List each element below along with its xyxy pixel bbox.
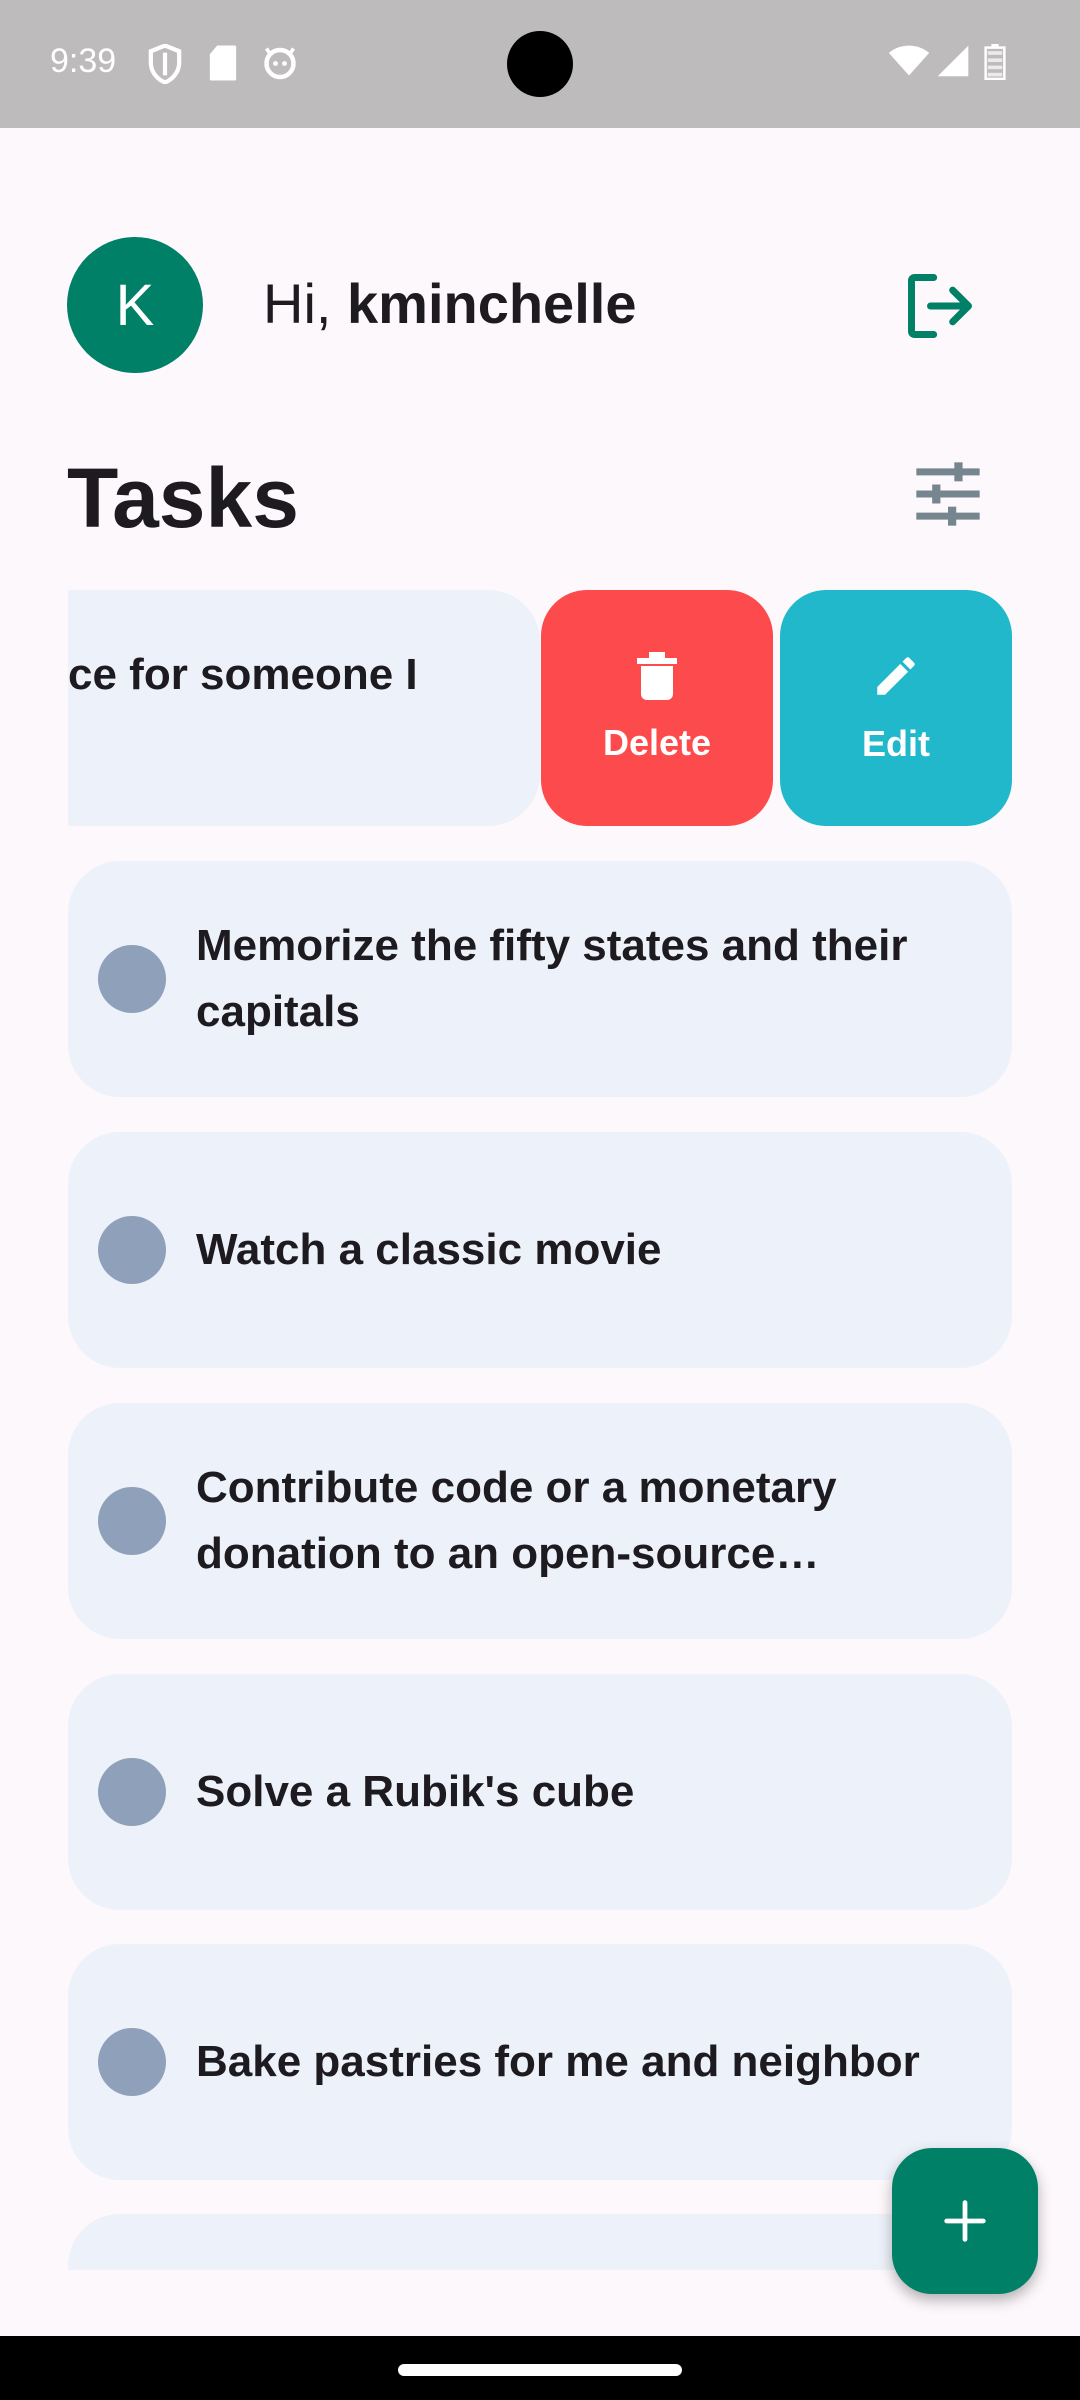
task-checkbox[interactable] (98, 1216, 166, 1284)
task-checkbox[interactable] (98, 1487, 166, 1555)
page-title: Tasks (67, 451, 299, 545)
task-card[interactable]: Bake pastries for me and neighbor (68, 1944, 1012, 2180)
swiped-task-card[interactable]: ce for someone I (68, 590, 540, 826)
username: kminchelle (347, 272, 637, 335)
shield-icon (148, 44, 182, 84)
edit-label: Edit (862, 723, 930, 764)
avatar-letter: K (115, 272, 155, 338)
avatar[interactable]: K (67, 237, 203, 373)
task-card[interactable]: Memorize the fifty states and their capi… (68, 861, 1012, 1097)
task-text: Memorize the fifty states and their capi… (196, 921, 908, 1036)
wifi-icon (888, 45, 930, 76)
swiped-task-text: ce for someone I (68, 650, 418, 699)
logout-icon[interactable] (902, 268, 978, 344)
greeting-prefix: Hi, (263, 272, 347, 335)
add-icon (944, 2200, 986, 2242)
task-text: Watch a classic movie (196, 1225, 662, 1274)
task-text: Bake pastries for me and neighbor (196, 2037, 920, 2086)
sd-card-icon (209, 45, 237, 81)
edit-button[interactable]: Edit (780, 590, 1012, 826)
status-bar: 9:39 (0, 0, 1080, 128)
delete-label: Delete (602, 722, 712, 763)
task-checkbox[interactable] (98, 945, 166, 1013)
status-time: 9:39 (50, 42, 117, 80)
tune-icon[interactable] (910, 456, 986, 532)
task-checkbox[interactable] (98, 2028, 166, 2096)
add-task-button[interactable] (892, 2148, 1038, 2294)
camera-cutout (507, 31, 573, 97)
task-text: Solve a Rubik's cube (196, 1767, 635, 1816)
trash-icon (637, 652, 677, 700)
task-card[interactable]: Contribute code or a monetary donation t… (68, 1403, 1012, 1639)
task-text: Contribute code or a monetary donation t… (196, 1463, 837, 1578)
home-gesture-handle[interactable] (398, 2364, 682, 2376)
task-card[interactable]: Solve a Rubik's cube (68, 1674, 1012, 1910)
pencil-icon (877, 657, 915, 695)
greeting: Hi, kminchelle (263, 268, 636, 340)
android-icon (264, 47, 296, 80)
delete-button[interactable]: Delete (541, 590, 773, 826)
signal-icon (937, 45, 969, 77)
task-card[interactable]: Watch a classic movie (68, 1132, 1012, 1368)
task-checkbox[interactable] (98, 1758, 166, 1826)
battery-icon (984, 44, 1006, 80)
task-card-partial[interactable] (68, 2214, 1012, 2270)
